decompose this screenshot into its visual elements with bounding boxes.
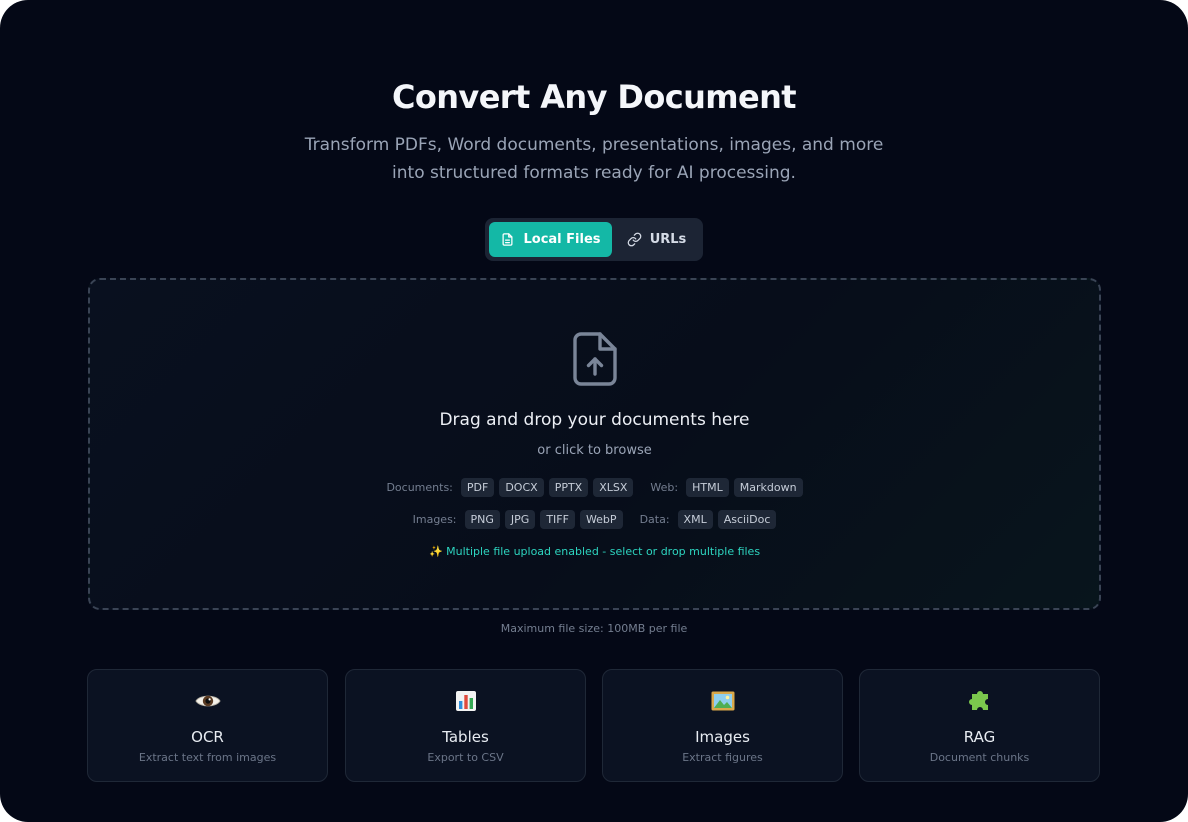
feature-title: RAG — [963, 728, 996, 746]
feature-card-ocr: OCR Extract text from images — [87, 669, 328, 782]
feature-title: OCR — [191, 728, 224, 746]
puzzle-icon — [860, 687, 1099, 715]
page-subtitle: Transform PDFs, Word documents, presenta… — [304, 135, 884, 183]
format-chip: HTML — [686, 478, 729, 497]
feature-description: Document chunks — [929, 751, 1030, 764]
feature-description: Export to CSV — [427, 751, 504, 764]
file-upload-icon — [571, 330, 619, 388]
tab-local-files[interactable]: Local Files — [489, 222, 612, 257]
format-chip: TIFF — [540, 510, 575, 529]
format-group-label: Images: — [412, 513, 457, 526]
format-group-label: Web: — [650, 481, 679, 494]
dropzone-hint: or click to browse — [537, 443, 652, 458]
feature-card-tables: Tables Export to CSV — [345, 669, 586, 782]
bar-chart-icon — [346, 687, 585, 715]
format-chip: PNG — [464, 510, 500, 529]
format-chip: PDF — [460, 478, 495, 497]
multi-upload-note: ✨ Multiple file upload enabled - select … — [428, 545, 761, 558]
format-row-images-data: Images: PNG JPG TIFF WebP Data: XML Asci… — [90, 510, 1099, 529]
link-icon — [627, 232, 642, 247]
page-title: Convert Any Document — [391, 78, 797, 116]
format-chip: PPTX — [548, 478, 589, 497]
file-dropzone[interactable]: Drag and drop your documents here or cli… — [88, 278, 1101, 610]
format-group-label: Data: — [639, 513, 670, 526]
feature-title: Images — [695, 728, 750, 746]
picture-icon — [603, 687, 842, 715]
feature-card-rag: RAG Document chunks — [859, 669, 1100, 782]
feature-description: Extract text from images — [138, 751, 277, 764]
format-chip: WebP — [579, 510, 623, 529]
app-window: Convert Any Document Transform PDFs, Wor… — [0, 0, 1188, 822]
format-chip: JPG — [504, 510, 536, 529]
format-row-documents-web: Documents: PDF DOCX PPTX XLSX Web: HTML … — [90, 478, 1099, 497]
tab-local-files-label: Local Files — [523, 232, 601, 247]
feature-description: Extract figures — [682, 751, 763, 764]
format-chip: DOCX — [499, 478, 544, 497]
source-mode-switch: Local Files URLs — [485, 218, 703, 261]
eye-icon — [88, 687, 327, 715]
format-chip: XML — [677, 510, 713, 529]
format-chip: AsciiDoc — [717, 510, 777, 529]
format-chip: XLSX — [593, 478, 634, 497]
format-group-label: Documents: — [386, 481, 453, 494]
max-file-size-note: Maximum file size: 100MB per file — [500, 622, 688, 635]
dropzone-title: Drag and drop your documents here — [439, 410, 750, 430]
feature-card-images: Images Extract figures — [602, 669, 843, 782]
tab-urls-label: URLs — [649, 232, 687, 247]
feature-title: Tables — [442, 728, 489, 746]
file-icon — [500, 232, 515, 247]
format-chip: Markdown — [733, 478, 803, 497]
tab-urls[interactable]: URLs — [614, 222, 699, 257]
